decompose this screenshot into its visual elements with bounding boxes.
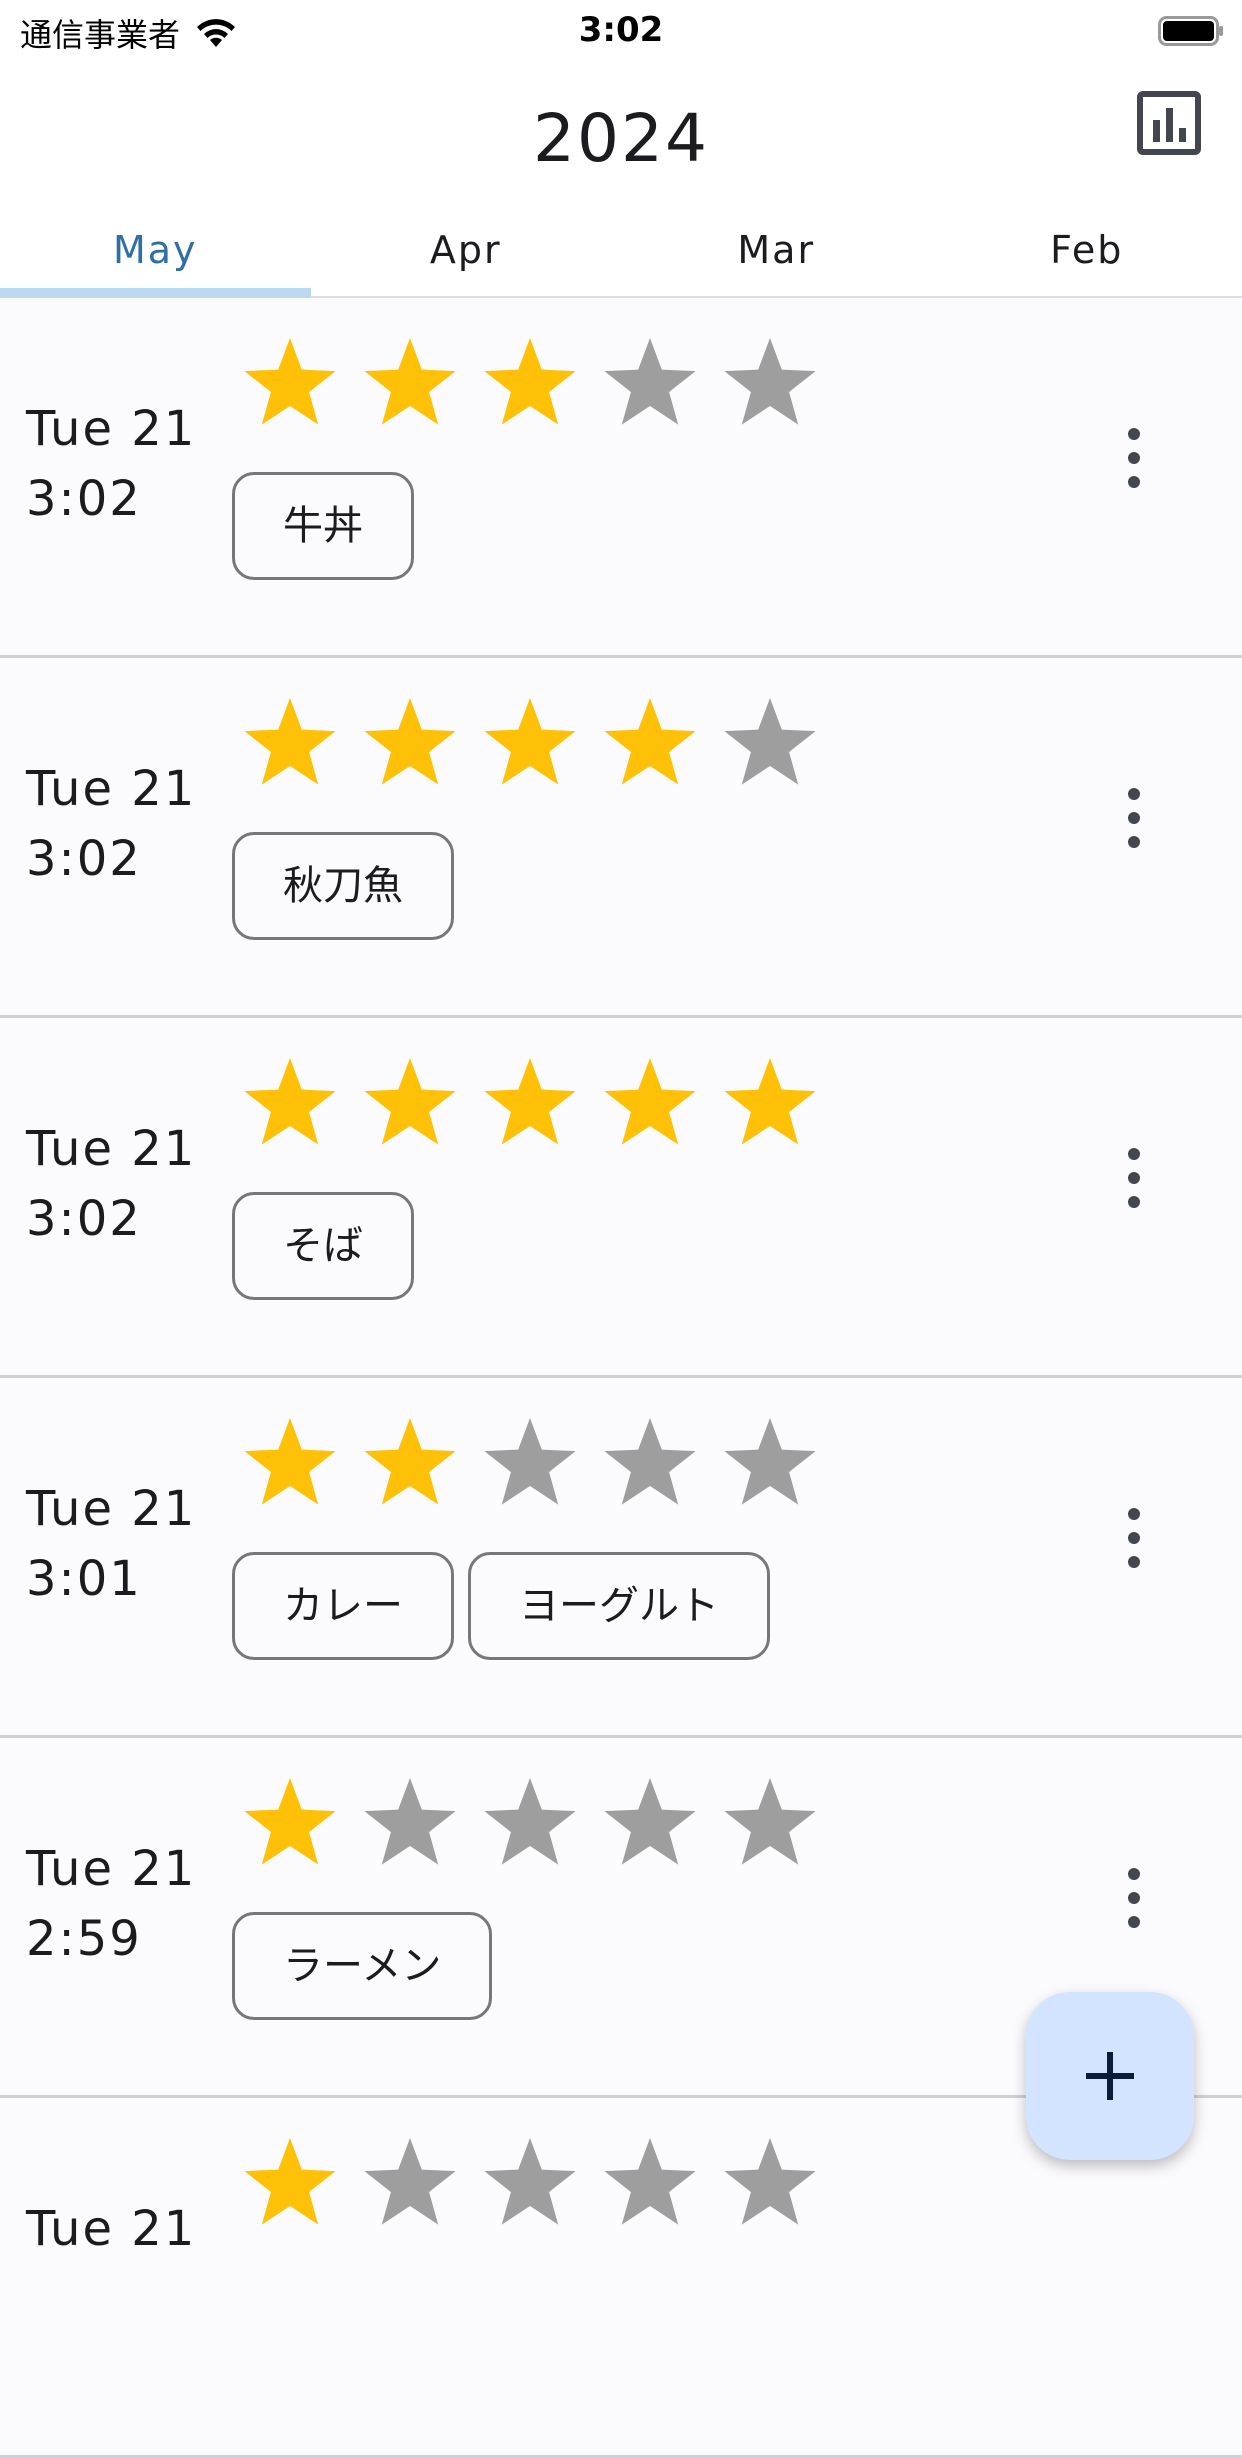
star-filled-icon[interactable] xyxy=(360,694,460,794)
star-rating[interactable] xyxy=(240,1414,820,1514)
more-vert-icon[interactable] xyxy=(1104,416,1164,536)
more-vert-icon[interactable] xyxy=(1104,776,1164,896)
list-item[interactable]: Tue 21 3:01 カレー ヨーグルト xyxy=(0,1378,1242,1738)
star-rating[interactable] xyxy=(240,1774,820,1874)
star-filled-icon[interactable] xyxy=(360,334,460,434)
star-rating[interactable] xyxy=(240,334,820,434)
entry-datetime: Tue 21 3:02 xyxy=(26,754,196,894)
tag-list: カレー ヨーグルト xyxy=(232,1552,770,1660)
entry-time: 3:02 xyxy=(26,824,196,894)
entry-day: Tue 21 xyxy=(26,394,196,464)
star-filled-icon[interactable] xyxy=(600,694,700,794)
star-filled-icon[interactable] xyxy=(240,1414,340,1514)
star-rating[interactable] xyxy=(240,694,820,794)
battery-icon xyxy=(1158,16,1224,46)
star-filled-icon[interactable] xyxy=(720,1054,820,1154)
star-filled-icon[interactable] xyxy=(240,334,340,434)
entry-time: 3:02 xyxy=(26,464,196,534)
star-filled-icon[interactable] xyxy=(480,334,580,434)
entry-datetime: Tue 21 3:01 xyxy=(26,1474,196,1614)
more-vert-icon[interactable] xyxy=(1104,1136,1164,1256)
plus-icon xyxy=(1070,2036,1150,2116)
entry-datetime: Tue 21 2:59 xyxy=(26,1834,196,1974)
star-empty-icon[interactable] xyxy=(720,334,820,434)
tab-may[interactable]: May xyxy=(0,212,311,296)
more-vert-icon[interactable] xyxy=(1104,1856,1164,1976)
entry-day: Tue 21 xyxy=(26,2194,196,2264)
star-empty-icon[interactable] xyxy=(600,1414,700,1514)
list-item[interactable]: Tue 21 3:02 そば xyxy=(0,1018,1242,1378)
tab-apr[interactable]: Apr xyxy=(311,212,622,296)
list-item[interactable]: Tue 21 3:02 牛丼 xyxy=(0,298,1242,658)
tag-list: 秋刀魚 xyxy=(232,832,454,940)
star-rating[interactable] xyxy=(240,1054,820,1154)
star-filled-icon[interactable] xyxy=(480,694,580,794)
star-rating[interactable] xyxy=(240,2134,820,2234)
star-filled-icon[interactable] xyxy=(240,1774,340,1874)
star-empty-icon[interactable] xyxy=(720,1414,820,1514)
month-tabs: May Apr Mar Feb xyxy=(0,212,1242,298)
year-title: 2024 xyxy=(0,100,1242,177)
entry-datetime: Tue 21 3:02 xyxy=(26,1114,196,1254)
star-empty-icon[interactable] xyxy=(600,334,700,434)
tab-feb[interactable]: Feb xyxy=(932,212,1242,296)
food-tag[interactable]: 牛丼 xyxy=(232,472,414,580)
star-empty-icon[interactable] xyxy=(360,1774,460,1874)
entry-day: Tue 21 xyxy=(26,1474,196,1544)
entry-day: Tue 21 xyxy=(26,754,196,824)
status-bar: 通信事業者 3:02 xyxy=(0,0,1242,62)
food-tag[interactable]: ラーメン xyxy=(232,1912,492,2020)
entry-time: 3:01 xyxy=(26,1544,196,1614)
star-filled-icon[interactable] xyxy=(480,1054,580,1154)
tag-list: そば xyxy=(232,1192,414,1300)
food-tag[interactable]: そば xyxy=(232,1192,414,1300)
star-filled-icon[interactable] xyxy=(240,1054,340,1154)
food-tag[interactable]: カレー xyxy=(232,1552,454,1660)
star-filled-icon[interactable] xyxy=(600,1054,700,1154)
star-empty-icon[interactable] xyxy=(480,1414,580,1514)
star-empty-icon[interactable] xyxy=(600,1774,700,1874)
star-empty-icon[interactable] xyxy=(720,2134,820,2234)
entry-time: 2:59 xyxy=(26,1904,196,1974)
star-empty-icon[interactable] xyxy=(720,1774,820,1874)
star-filled-icon[interactable] xyxy=(360,1054,460,1154)
entry-datetime: Tue 21 xyxy=(26,2194,196,2264)
app-bar: 2024 xyxy=(0,62,1242,212)
star-empty-icon[interactable] xyxy=(600,2134,700,2234)
entry-datetime: Tue 21 3:02 xyxy=(26,394,196,534)
star-filled-icon[interactable] xyxy=(240,2134,340,2234)
entry-day: Tue 21 xyxy=(26,1114,196,1184)
entry-day: Tue 21 xyxy=(26,1834,196,1904)
tag-list: ラーメン xyxy=(232,1912,492,2020)
star-empty-icon[interactable] xyxy=(720,694,820,794)
star-empty-icon[interactable] xyxy=(480,1774,580,1874)
food-tag[interactable]: ヨーグルト xyxy=(468,1552,770,1660)
star-filled-icon[interactable] xyxy=(360,1414,460,1514)
tag-list: 牛丼 xyxy=(232,472,414,580)
tab-mar[interactable]: Mar xyxy=(621,212,932,296)
star-filled-icon[interactable] xyxy=(240,694,340,794)
star-empty-icon[interactable] xyxy=(360,2134,460,2234)
star-empty-icon[interactable] xyxy=(480,2134,580,2234)
food-tag[interactable]: 秋刀魚 xyxy=(232,832,454,940)
entry-time: 3:02 xyxy=(26,1184,196,1254)
more-vert-icon[interactable] xyxy=(1104,1496,1164,1616)
list-item[interactable]: Tue 21 3:02 秋刀魚 xyxy=(0,658,1242,1018)
status-time: 3:02 xyxy=(0,10,1242,50)
bar-chart-icon[interactable] xyxy=(1136,90,1202,156)
add-entry-button[interactable] xyxy=(1026,1992,1194,2160)
